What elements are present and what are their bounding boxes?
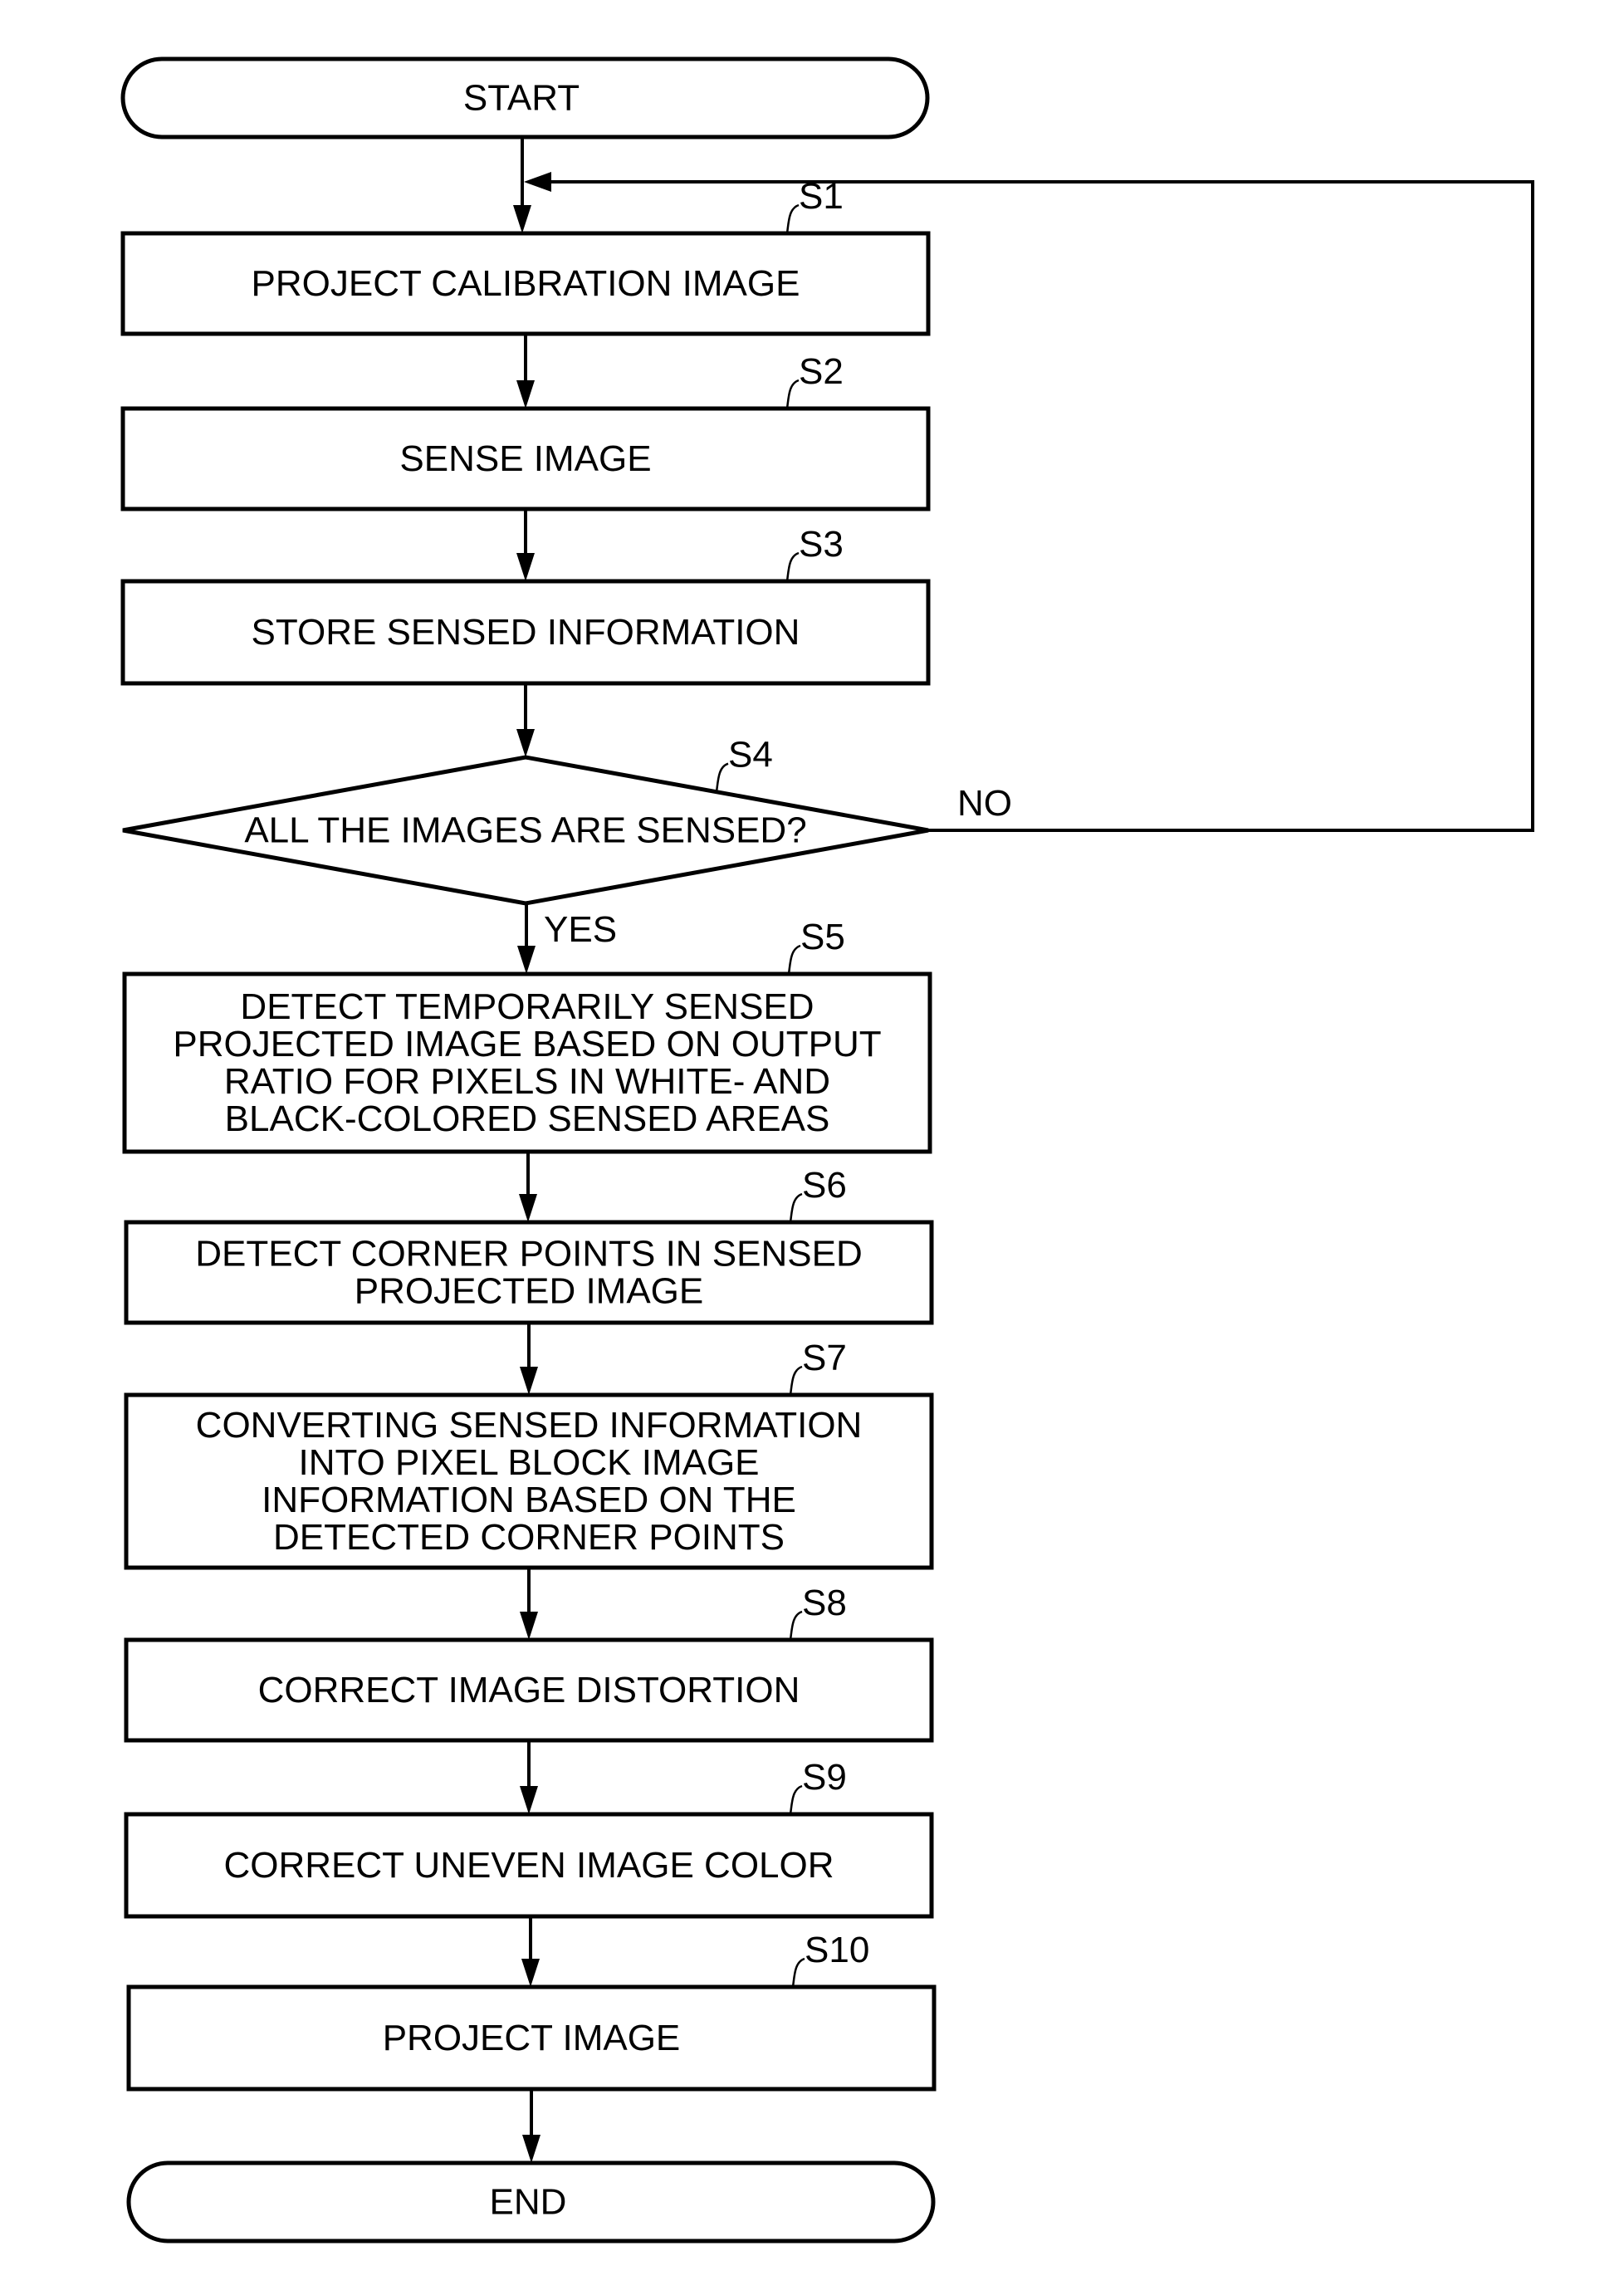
- no-label: NO: [957, 783, 1012, 824]
- step-text-line: DETECT TEMPORARILY SENSED: [240, 986, 814, 1027]
- start-label: START: [463, 78, 580, 119]
- step-text-line: PROJECT CALIBRATION IMAGE: [252, 263, 800, 304]
- step-id-label: S3: [799, 524, 844, 565]
- step-id-label: S4: [728, 735, 773, 776]
- step-text-line: PROJECTED IMAGE: [355, 1271, 704, 1312]
- step-id-label: S2: [799, 351, 844, 392]
- step-text-line: ALL THE IMAGES ARE SENSED?: [244, 810, 806, 851]
- step-text-line: CONVERTING SENSED INFORMATION: [196, 1405, 863, 1446]
- step-text-line: DETECT CORNER POINTS IN SENSED: [195, 1234, 863, 1275]
- step-text-line: CORRECT IMAGE DISTORTION: [258, 1670, 800, 1710]
- step-id-label: S5: [800, 917, 845, 957]
- step-id-label: S6: [802, 1165, 847, 1206]
- start-terminal: START: [120, 56, 930, 139]
- step-text-line: INTO PIXEL BLOCK IMAGE: [298, 1442, 759, 1483]
- step-text-line: INFORMATION BASED ON THE: [262, 1480, 796, 1520]
- step-text-line: STORE SENSED INFORMATION: [252, 612, 800, 653]
- end-label: END: [490, 2182, 567, 2223]
- step-id-label: S8: [802, 1583, 847, 1623]
- end-terminal: END: [126, 2160, 936, 2244]
- step-text-line: PROJECTED IMAGE BASED ON OUTPUT: [173, 1024, 881, 1064]
- step-id-label: S10: [805, 1930, 869, 1970]
- step-text-line: SENSE IMAGE: [399, 438, 651, 479]
- step-text-line: DETECTED CORNER POINTS: [273, 1517, 785, 1558]
- step-id-label: S9: [802, 1757, 847, 1798]
- step-id-label: S7: [802, 1338, 847, 1378]
- step-text-line: RATIO FOR PIXELS IN WHITE- AND: [224, 1061, 830, 1102]
- flowchart: START END PROJECT CALIBRATION IMAGES1SEN…: [0, 0, 1624, 2290]
- step-text-line: CORRECT UNEVEN IMAGE COLOR: [223, 1845, 834, 1886]
- yes-label: YES: [544, 909, 617, 950]
- step-text-line: BLACK-COLORED SENSED AREAS: [225, 1099, 830, 1139]
- step-text-line: PROJECT IMAGE: [383, 2018, 681, 2058]
